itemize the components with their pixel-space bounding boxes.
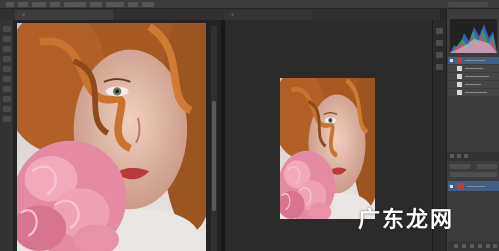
opacity-field[interactable] <box>477 164 497 169</box>
move-tool-icon[interactable] <box>3 26 11 32</box>
eye-icon[interactable] <box>450 185 453 188</box>
scrollbar-thumb[interactable] <box>212 101 216 211</box>
brush-tool-icon[interactable] <box>3 66 11 72</box>
gradient-tool-icon[interactable] <box>3 86 11 92</box>
options-chip[interactable] <box>90 2 102 7</box>
link-layers-icon[interactable] <box>454 244 458 248</box>
layer-row-selected[interactable] <box>448 57 499 64</box>
options-chip[interactable] <box>18 2 28 7</box>
layer-name-bar <box>465 60 485 61</box>
tools-panel <box>0 20 14 251</box>
layers-panel-footer <box>448 241 499 250</box>
layer-row[interactable] <box>448 73 499 80</box>
actions-panel-icon[interactable] <box>436 52 443 58</box>
layers-panel-header <box>447 152 499 161</box>
type-tool-icon[interactable] <box>3 106 11 112</box>
options-chip[interactable] <box>128 2 138 7</box>
close-icon[interactable]: × <box>231 10 234 20</box>
layer-name-bar <box>465 84 481 85</box>
tool-preset-button[interactable] <box>6 2 14 7</box>
layer-name-bar <box>465 92 487 93</box>
history-panel-icon[interactable] <box>436 28 443 34</box>
layers-tab[interactable] <box>450 154 454 158</box>
layer-thumbnail <box>457 183 464 190</box>
document-tab[interactable]: × <box>224 10 312 20</box>
lasso-tool-icon[interactable] <box>3 46 11 52</box>
adjustment-layer-icon[interactable] <box>478 244 482 248</box>
layer-thumbnail <box>457 66 462 71</box>
options-chip[interactable] <box>106 2 124 7</box>
channels-tab[interactable] <box>457 154 461 158</box>
histogram-graph <box>450 19 497 53</box>
workspace-switcher[interactable] <box>448 2 488 7</box>
portrait-photo[interactable] <box>17 23 206 251</box>
options-chip[interactable] <box>32 2 46 7</box>
layer-row-selected[interactable] <box>448 181 499 191</box>
trash-icon[interactable] <box>493 244 497 248</box>
document-tab-strip: × × <box>0 9 440 20</box>
document-window-left <box>14 20 221 251</box>
portrait-photo-preview[interactable] <box>280 78 375 219</box>
eye-icon[interactable] <box>450 59 453 62</box>
vertical-scrollbar[interactable] <box>211 26 217 251</box>
close-icon[interactable]: × <box>22 10 25 20</box>
layer-row[interactable] <box>448 89 499 96</box>
layer-name-bar <box>465 68 483 69</box>
layer-row[interactable] <box>448 81 499 88</box>
portrait-image-small <box>280 78 375 219</box>
layer-row[interactable] <box>448 65 499 72</box>
document-tab-active[interactable]: × <box>15 10 113 20</box>
panel-tab-histogram[interactable] <box>449 10 453 17</box>
pen-tool-icon[interactable] <box>3 96 11 102</box>
options-bar <box>0 0 499 9</box>
layer-thumbnail <box>457 90 462 95</box>
options-dropdown[interactable] <box>64 2 86 7</box>
layer-thumbnail <box>457 74 462 79</box>
marquee-tool-icon[interactable] <box>3 36 11 42</box>
layer-style-icon[interactable] <box>462 244 466 248</box>
paths-tab[interactable] <box>464 154 468 158</box>
options-chip[interactable] <box>142 2 154 7</box>
layer-thumbnail <box>457 82 462 87</box>
add-mask-icon[interactable] <box>470 244 474 248</box>
portrait-image <box>17 23 206 251</box>
new-layer-icon[interactable] <box>486 244 490 248</box>
layer-name-bar <box>467 186 485 187</box>
lock-options[interactable] <box>450 172 497 177</box>
crop-tool-icon[interactable] <box>3 56 11 62</box>
eraser-tool-icon[interactable] <box>3 76 11 82</box>
swatches-panel-icon[interactable] <box>436 64 443 70</box>
histogram-chart <box>450 24 497 53</box>
watermark-text: 广东龙网 <box>358 208 455 233</box>
hand-tool-icon[interactable] <box>3 116 11 122</box>
layer-thumbnail <box>457 58 462 63</box>
properties-panel-icon[interactable] <box>436 40 443 46</box>
layer-name-bar <box>465 76 489 77</box>
blend-mode-select[interactable] <box>450 164 470 169</box>
panel-tab-navigator[interactable] <box>469 10 473 17</box>
options-chip[interactable] <box>50 2 60 7</box>
